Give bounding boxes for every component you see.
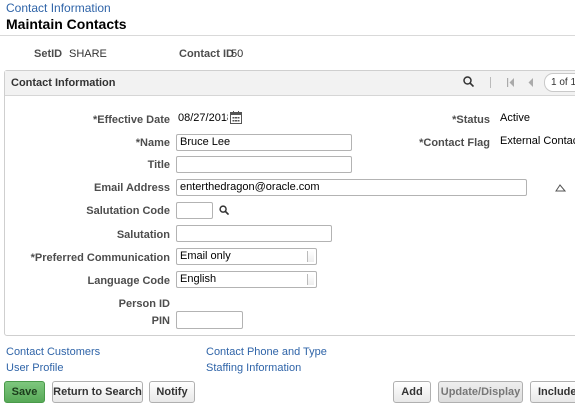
effective-date-input[interactable]: 08/27/2018: [176, 111, 228, 128]
add-button[interactable]: Add: [393, 381, 431, 403]
email-input[interactable]: enterthedragon@oracle.com: [176, 179, 527, 196]
panel-title: Contact Information: [11, 77, 116, 89]
first-page-icon[interactable]: [507, 78, 515, 90]
preferred-communication-label: *Preferred Communication: [30, 252, 170, 264]
previous-icon[interactable]: [528, 78, 534, 90]
notify-button[interactable]: Notify: [149, 381, 195, 403]
return-to-search-button[interactable]: Return to Search: [52, 381, 143, 403]
language-code-select[interactable]: English: [176, 271, 317, 288]
language-code-label: Language Code: [87, 275, 170, 287]
contact-id-value: 50: [231, 48, 244, 60]
title-label: Title: [147, 159, 170, 171]
contact-phone-link[interactable]: Contact Phone and Type: [206, 346, 327, 358]
pagination-indicator: 1 of 1: [544, 73, 575, 92]
contact-id-label: Contact ID: [179, 48, 234, 60]
salutation-label: Salutation: [116, 229, 170, 241]
salutation-code-label: Salutation Code: [86, 205, 170, 217]
salutation-lookup-search-icon[interactable]: [219, 205, 230, 218]
status-label: *Status: [452, 114, 490, 126]
user-profile-link[interactable]: User Profile: [6, 362, 63, 374]
include-history-button[interactable]: Include H: [530, 381, 575, 403]
breadcrumb[interactable]: Contact Information: [6, 1, 111, 15]
email-label: Email Address: [93, 182, 170, 194]
contact-customers-link[interactable]: Contact Customers: [6, 346, 100, 358]
pagination-text: 1 of 1: [551, 77, 575, 88]
setid-label: SetID: [34, 48, 63, 60]
header-divider: [0, 35, 575, 36]
person-id-label: Person ID: [118, 298, 170, 310]
update-display-button[interactable]: Update/Display: [438, 381, 523, 403]
contact-info-panel: [4, 70, 575, 336]
contact-flag-label: *Contact Flag: [419, 137, 490, 149]
calendar-icon[interactable]: [230, 111, 242, 127]
effective-date-label: *Effective Date: [92, 114, 170, 126]
page-title: Maintain Contacts: [6, 16, 127, 32]
title-input[interactable]: [176, 156, 352, 173]
pin-label: PIN: [151, 315, 170, 327]
salutation-code-input[interactable]: [176, 202, 213, 219]
pin-input[interactable]: [176, 311, 243, 329]
contact-flag-select[interactable]: External Contact: [497, 134, 575, 151]
setid-value: SHARE: [69, 48, 107, 60]
salutation-input[interactable]: [176, 225, 332, 242]
name-label: *Name: [135, 137, 170, 149]
header-separator: [490, 77, 491, 88]
name-input[interactable]: Bruce Lee: [176, 134, 352, 151]
search-icon[interactable]: [463, 76, 475, 90]
staffing-information-link[interactable]: Staffing Information: [206, 362, 301, 374]
pencil-icon[interactable]: [555, 183, 567, 195]
status-select[interactable]: Active: [497, 111, 575, 128]
preferred-communication-select[interactable]: Email only: [176, 248, 317, 265]
save-button[interactable]: Save: [4, 381, 45, 403]
